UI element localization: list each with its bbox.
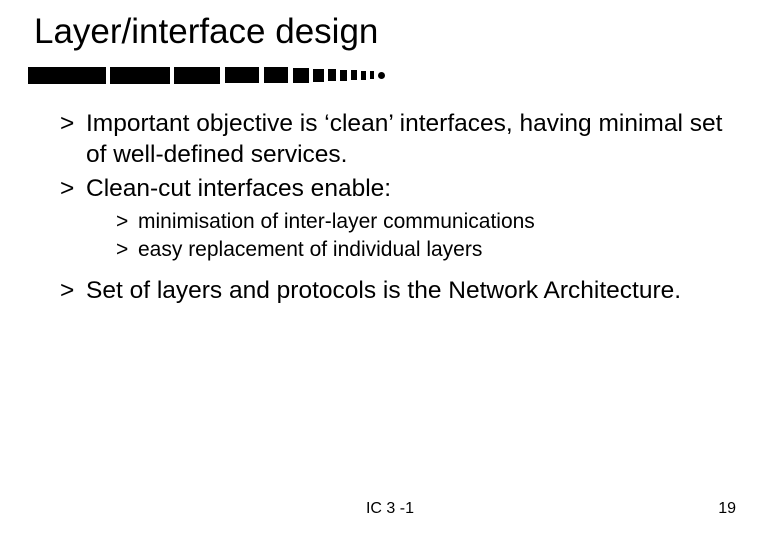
bullet-text: Set of layers and protocols is the Netwo… bbox=[86, 277, 681, 304]
bullet-text: Important objective is ‘clean’ interface… bbox=[86, 110, 722, 168]
sub-bullet-text: easy replacement of individual layers bbox=[138, 238, 482, 261]
sub-bullet-list: minimisation of inter-layer communicatio… bbox=[86, 208, 740, 265]
footer-code: IC 3 -1 bbox=[0, 500, 780, 518]
bullet-item: Clean-cut interfaces enable: minimisatio… bbox=[60, 173, 740, 265]
title-separator bbox=[28, 66, 408, 84]
bullet-item: Important objective is ‘clean’ interface… bbox=[60, 108, 740, 171]
sub-bullet-item: easy replacement of individual layers bbox=[116, 236, 740, 264]
slide: Layer/interface design Important objecti… bbox=[0, 0, 780, 540]
bullet-item: Set of layers and protocols is the Netwo… bbox=[60, 275, 740, 306]
bullet-list: Important objective is ‘clean’ interface… bbox=[60, 108, 740, 306]
page-number: 19 bbox=[718, 500, 736, 518]
sub-bullet-text: minimisation of inter-layer communicatio… bbox=[138, 210, 535, 233]
slide-body: Important objective is ‘clean’ interface… bbox=[60, 108, 740, 308]
sub-bullet-item: minimisation of inter-layer communicatio… bbox=[116, 208, 740, 236]
slide-title: Layer/interface design bbox=[34, 12, 378, 52]
bullet-text: Clean-cut interfaces enable: bbox=[86, 175, 391, 202]
